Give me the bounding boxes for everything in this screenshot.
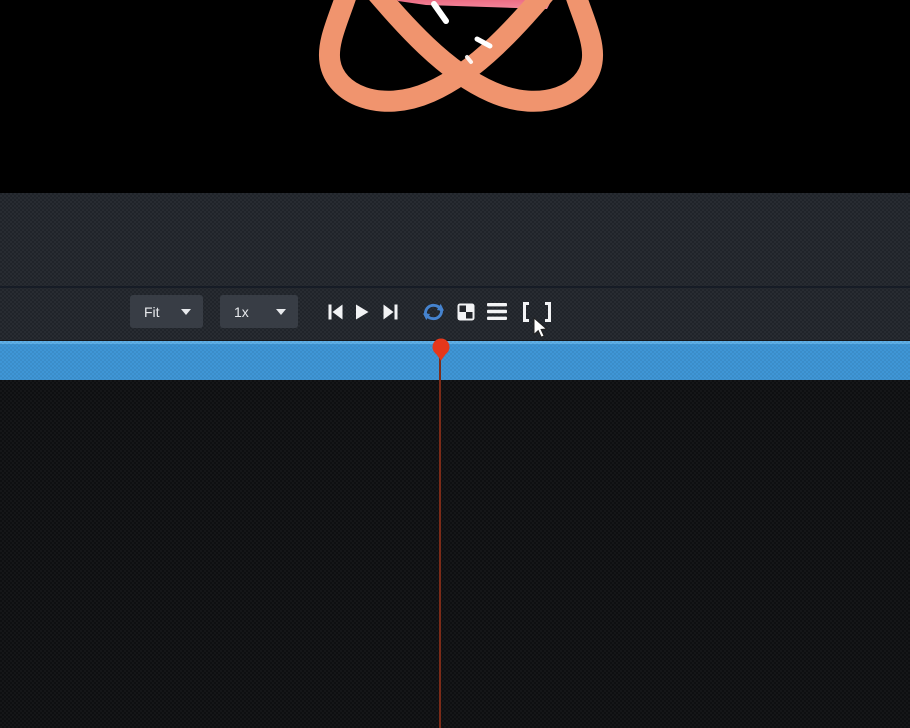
skip-to-end-button[interactable] <box>383 304 398 320</box>
set-in-point-button[interactable] <box>523 302 529 322</box>
skip-to-start-button[interactable] <box>328 304 343 320</box>
preview-stage <box>0 0 910 193</box>
panel-divider <box>0 286 910 288</box>
in-point-bracket-icon <box>523 302 529 322</box>
looping-ribbon-logo <box>306 0 626 115</box>
playback-speed-dropdown[interactable]: 1x <box>220 295 298 328</box>
loop-toggle-button[interactable] <box>422 302 445 322</box>
loop-icon <box>422 302 445 322</box>
playback-speed-value: 1x <box>234 304 249 320</box>
out-point-bracket-icon <box>545 302 551 322</box>
playhead-marker[interactable] <box>431 338 451 361</box>
play-button[interactable] <box>355 304 369 320</box>
chevron-down-icon <box>276 309 286 315</box>
logo-highlight-1 <box>434 4 446 21</box>
skip-to-end-icon <box>383 304 398 320</box>
lower-viewport <box>0 380 910 728</box>
chevron-down-icon <box>181 309 191 315</box>
zoom-fit-dropdown[interactable]: Fit <box>130 295 203 328</box>
timeline-texture <box>0 341 910 380</box>
timeline-scrubber[interactable] <box>0 341 910 380</box>
player-toolbar: Fit 1x <box>130 295 551 328</box>
zoom-fit-value: Fit <box>144 304 160 320</box>
play-icon <box>355 304 369 320</box>
frame-list-button[interactable] <box>487 303 507 320</box>
skip-to-start-icon <box>328 304 343 320</box>
three-lines-icon <box>487 303 507 320</box>
control-panel: Fit 1x <box>0 193 910 341</box>
set-out-point-button[interactable] <box>545 302 551 322</box>
checkerboard-icon <box>457 303 475 321</box>
playhead-line <box>439 357 441 728</box>
transparency-toggle-button[interactable] <box>457 303 475 321</box>
